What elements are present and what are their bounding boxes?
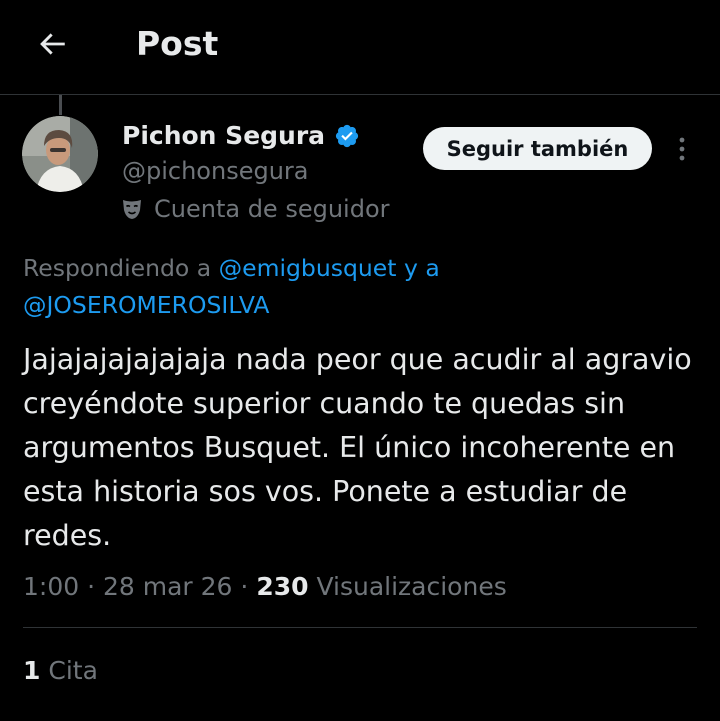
follow-button[interactable]: Seguir también (423, 127, 652, 170)
author-handle[interactable]: @pichonsegura (122, 154, 309, 188)
views-count: 230 (256, 572, 309, 601)
meta-separator: · (87, 572, 96, 601)
page-title: Post (136, 24, 219, 63)
tweet-date[interactable]: 28 mar 26 (103, 572, 232, 601)
meta-separator: · (240, 572, 249, 601)
mention-link[interactable]: @emigbusquet (219, 254, 397, 282)
thread-connector-line (59, 95, 62, 115)
more-vertical-icon[interactable] (664, 128, 700, 170)
quotes-label: Cita (48, 656, 98, 685)
account-label: Cuenta de seguidor (120, 192, 390, 226)
theater-mask-icon (120, 197, 144, 221)
reply-prefix: Respondiendo a (23, 254, 212, 282)
tweet-time[interactable]: 1:00 (23, 572, 79, 601)
tweet-meta: 1:00 · 28 mar 26 · 230 Visualizaciones (23, 568, 507, 606)
account-label-text: Cuenta de seguidor (154, 195, 390, 223)
mention-link[interactable]: @JOSEROMEROSILVA (23, 291, 269, 319)
reply-context: Respondiendo a @emigbusquet y a @JOSEROM… (23, 250, 703, 324)
top-bar: Post (0, 0, 720, 95)
author-name-row[interactable]: Pichon Segura (122, 118, 360, 154)
verified-badge-icon[interactable] (334, 123, 360, 149)
mention-connector[interactable]: y a (404, 254, 440, 282)
back-arrow-icon[interactable] (30, 22, 74, 66)
views-label: Visualizaciones (316, 572, 507, 601)
avatar[interactable] (22, 116, 98, 192)
quotes-count: 1 (23, 656, 41, 685)
quotes-stat[interactable]: 1 Cita (23, 652, 98, 690)
divider (23, 627, 697, 628)
author-name[interactable]: Pichon Segura (122, 118, 325, 154)
tweet-text: Jajajajajajajaja nada peor que acudir al… (23, 343, 692, 552)
